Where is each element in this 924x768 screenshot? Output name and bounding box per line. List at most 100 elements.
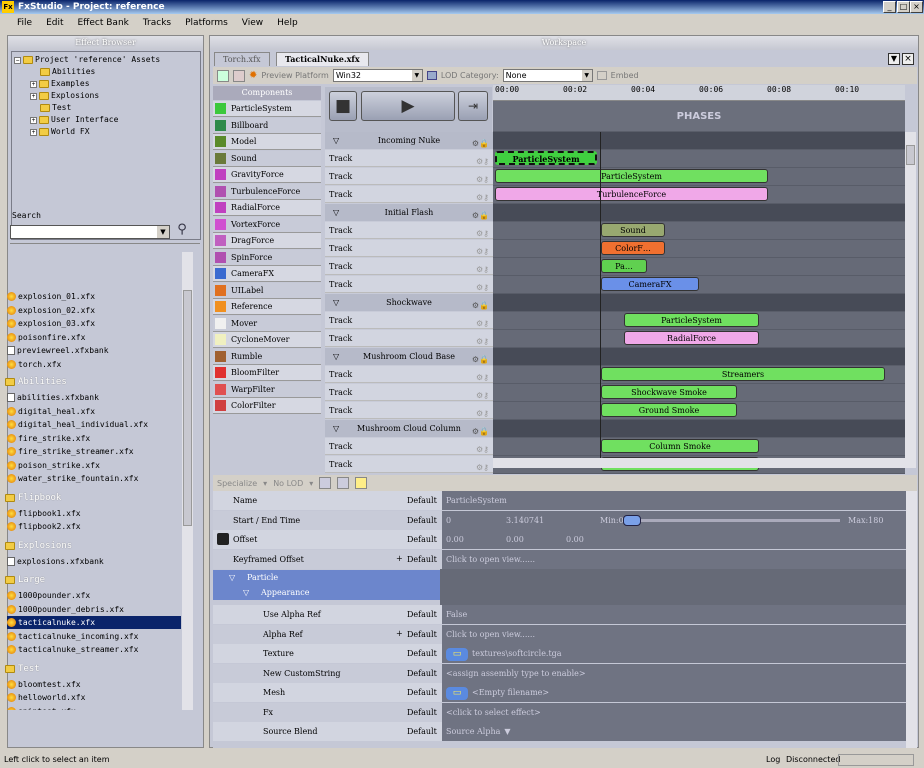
menu-edit[interactable]: Edit <box>39 18 70 28</box>
component-item[interactable]: CycloneMover <box>213 332 321 348</box>
close-tab-icon[interactable]: × <box>902 53 914 65</box>
tree-item-user-interface[interactable]: + User Interface <box>30 114 118 126</box>
file-item[interactable]: 1000pounder.xfx <box>7 589 90 602</box>
file-item[interactable]: bloomtest.xfx <box>7 678 81 691</box>
minimize-button[interactable]: _ <box>883 1 896 13</box>
component-item[interactable]: TurbulenceForce <box>213 183 321 200</box>
component-item[interactable]: Mover <box>213 315 321 332</box>
track-row[interactable]: Track ⚙⚷ <box>325 186 493 203</box>
property-value[interactable]: 0 3.140741 Min:0 Max:180 <box>442 510 906 530</box>
tree-item-test[interactable]: Test <box>40 102 71 114</box>
effect-clip[interactable]: ColorF… <box>601 241 665 255</box>
file-item[interactable]: abilities.xfxbank <box>7 391 99 404</box>
effect-clip[interactable]: ParticleSystem <box>495 169 768 183</box>
offset-gizmo-icon[interactable] <box>217 533 229 545</box>
file-item[interactable]: explosion_02.xfx <box>7 304 95 317</box>
property-value[interactable]: Click to open view...... <box>442 624 906 644</box>
file-item[interactable]: explosion_01.xfx <box>7 290 95 303</box>
file-item[interactable]: poison_strike.xfx <box>7 459 100 472</box>
paste-icon[interactable] <box>337 477 350 489</box>
property-value[interactable]: ▭ <Empty filename> <box>442 683 906 702</box>
folder-icon[interactable]: ▭ <box>446 686 468 700</box>
tab-torch[interactable]: Torch.xfx <box>214 52 270 66</box>
collapse-icon[interactable]: − <box>14 56 21 64</box>
timeline-hscrollbar[interactable] <box>493 458 905 468</box>
stop-button[interactable]: ■ <box>329 91 357 121</box>
property-row[interactable]: Start / End Time Default 0 3.140741 Min:0 Max… <box>213 510 906 530</box>
property-value[interactable]: False <box>442 605 906 624</box>
track-row[interactable]: Track ⚙⚷ <box>325 456 493 473</box>
play-button[interactable]: ▶ <box>361 91 455 121</box>
menu-help[interactable]: Help <box>270 18 305 28</box>
effect-clip[interactable]: Column Smoke <box>601 439 759 453</box>
file-item[interactable]: explosion_03.xfx <box>7 317 95 330</box>
refresh-icon[interactable] <box>355 477 368 489</box>
component-item[interactable]: ColorFilter <box>213 398 321 414</box>
track-row[interactable]: Track ⚙⚷ <box>325 438 493 455</box>
maximize-button[interactable]: □ <box>897 1 910 13</box>
collapse-triangle-icon[interactable]: ▽ <box>333 132 339 149</box>
collapse-triangle-icon[interactable]: ▽ <box>243 585 249 600</box>
property-row[interactable]: Alpha Ref Default + Click to open view.....… <box>213 624 906 644</box>
track-row[interactable]: Track ⚙⚷ <box>325 222 493 239</box>
property-value[interactable]: Source Alpha ▼ <box>442 722 906 741</box>
file-item[interactable]: digital_heal_individual.xfx <box>7 418 148 431</box>
search-dropdown-icon[interactable]: ▼ <box>157 226 169 238</box>
track-row[interactable]: Track ⚙⚷ <box>325 240 493 257</box>
effect-clip[interactable]: Sound <box>601 223 665 237</box>
component-item[interactable]: WarpFilter <box>213 381 321 398</box>
tree-item-world-fx[interactable]: + World FX <box>30 126 90 138</box>
file-item[interactable]: fire_strike.xfx <box>7 432 90 445</box>
menu-tracks[interactable]: Tracks <box>136 18 178 28</box>
component-item[interactable]: VortexForce <box>213 216 321 233</box>
component-item[interactable]: ParticleSystem <box>213 101 321 117</box>
property-row[interactable]: New CustomString Default <assign assembly … <box>213 663 906 683</box>
track-group-header[interactable]: ▽ Mushroom Cloud Column ⚙🔒 <box>325 420 493 437</box>
track-group-header[interactable]: ▽ Incoming Nuke ⚙🔒 <box>325 132 493 149</box>
platform-select[interactable]: Win32 ▼ <box>332 69 423 82</box>
scrollbar-thumb[interactable] <box>906 145 915 165</box>
copy-icon[interactable] <box>319 477 332 489</box>
menu-effect-bank[interactable]: Effect Bank <box>71 18 136 28</box>
specialize-button[interactable]: Specialize <box>217 479 257 488</box>
group-header[interactable]: Test <box>5 662 40 676</box>
effect-clip[interactable]: ParticleSystem <box>495 151 597 165</box>
embed-button[interactable]: Embed <box>611 71 639 80</box>
property-row[interactable]: Texture Default ▭ textures\softcircle.tga <box>213 644 906 663</box>
file-item[interactable]: flipbook1.xfx <box>7 507 81 520</box>
file-item[interactable]: tacticalnuke_streamer.xfx <box>7 643 138 656</box>
loop-button[interactable]: ⇥ <box>458 91 488 121</box>
search-icon[interactable]: ⚲ <box>174 222 190 240</box>
property-value[interactable]: ▭ textures\softcircle.tga <box>442 644 906 663</box>
group-header[interactable]: Flipbook <box>5 491 61 505</box>
property-row[interactable]: Fx Default <click to select effect> <box>213 702 906 722</box>
add-track-icon[interactable] <box>217 69 229 82</box>
group-header[interactable]: Abilities <box>5 375 67 389</box>
log-label[interactable]: Log <box>766 752 780 768</box>
property-row[interactable]: Name Default ParticleSystem <box>213 491 906 510</box>
collapse-triangle-icon[interactable]: ▽ <box>333 204 339 221</box>
playhead[interactable] <box>600 132 601 468</box>
effect-clip[interactable]: Ground Smoke <box>601 403 737 417</box>
lod-button[interactable]: No LOD <box>273 479 303 488</box>
component-item[interactable]: Billboard <box>213 117 321 134</box>
track-row[interactable]: Track ⚙⚷ <box>325 312 493 329</box>
effect-clip[interactable]: Shockwave Smoke <box>601 385 737 399</box>
tree-item-examples[interactable]: + Examples <box>30 78 90 90</box>
timeline-vscrollbar[interactable] <box>905 132 916 468</box>
component-item[interactable]: Sound <box>213 150 321 167</box>
close-button[interactable]: × <box>910 1 923 13</box>
menu-file[interactable]: File <box>10 18 39 28</box>
effect-clip[interactable]: Streamers <box>601 367 885 381</box>
track-group-header[interactable]: ▽ Initial Flash ⚙🔒 <box>325 204 493 221</box>
file-item[interactable]: helloworld.xfx <box>7 691 85 704</box>
effect-clip[interactable]: CameraFX <box>601 277 699 291</box>
file-item[interactable]: fire_strike_streamer.xfx <box>7 445 134 458</box>
component-item[interactable]: DragForce <box>213 233 321 249</box>
property-row[interactable]: Keyframed Offset Default + Click to open vi… <box>213 549 906 569</box>
expand-icon[interactable]: + <box>30 116 37 124</box>
property-value[interactable]: <assign assembly type to enable> <box>442 663 906 683</box>
file-item[interactable]: digital_heal.xfx <box>7 405 95 418</box>
effect-clip[interactable]: ParticleSystem <box>624 313 759 327</box>
file-item[interactable]: previewreel.xfxbank <box>7 344 109 357</box>
